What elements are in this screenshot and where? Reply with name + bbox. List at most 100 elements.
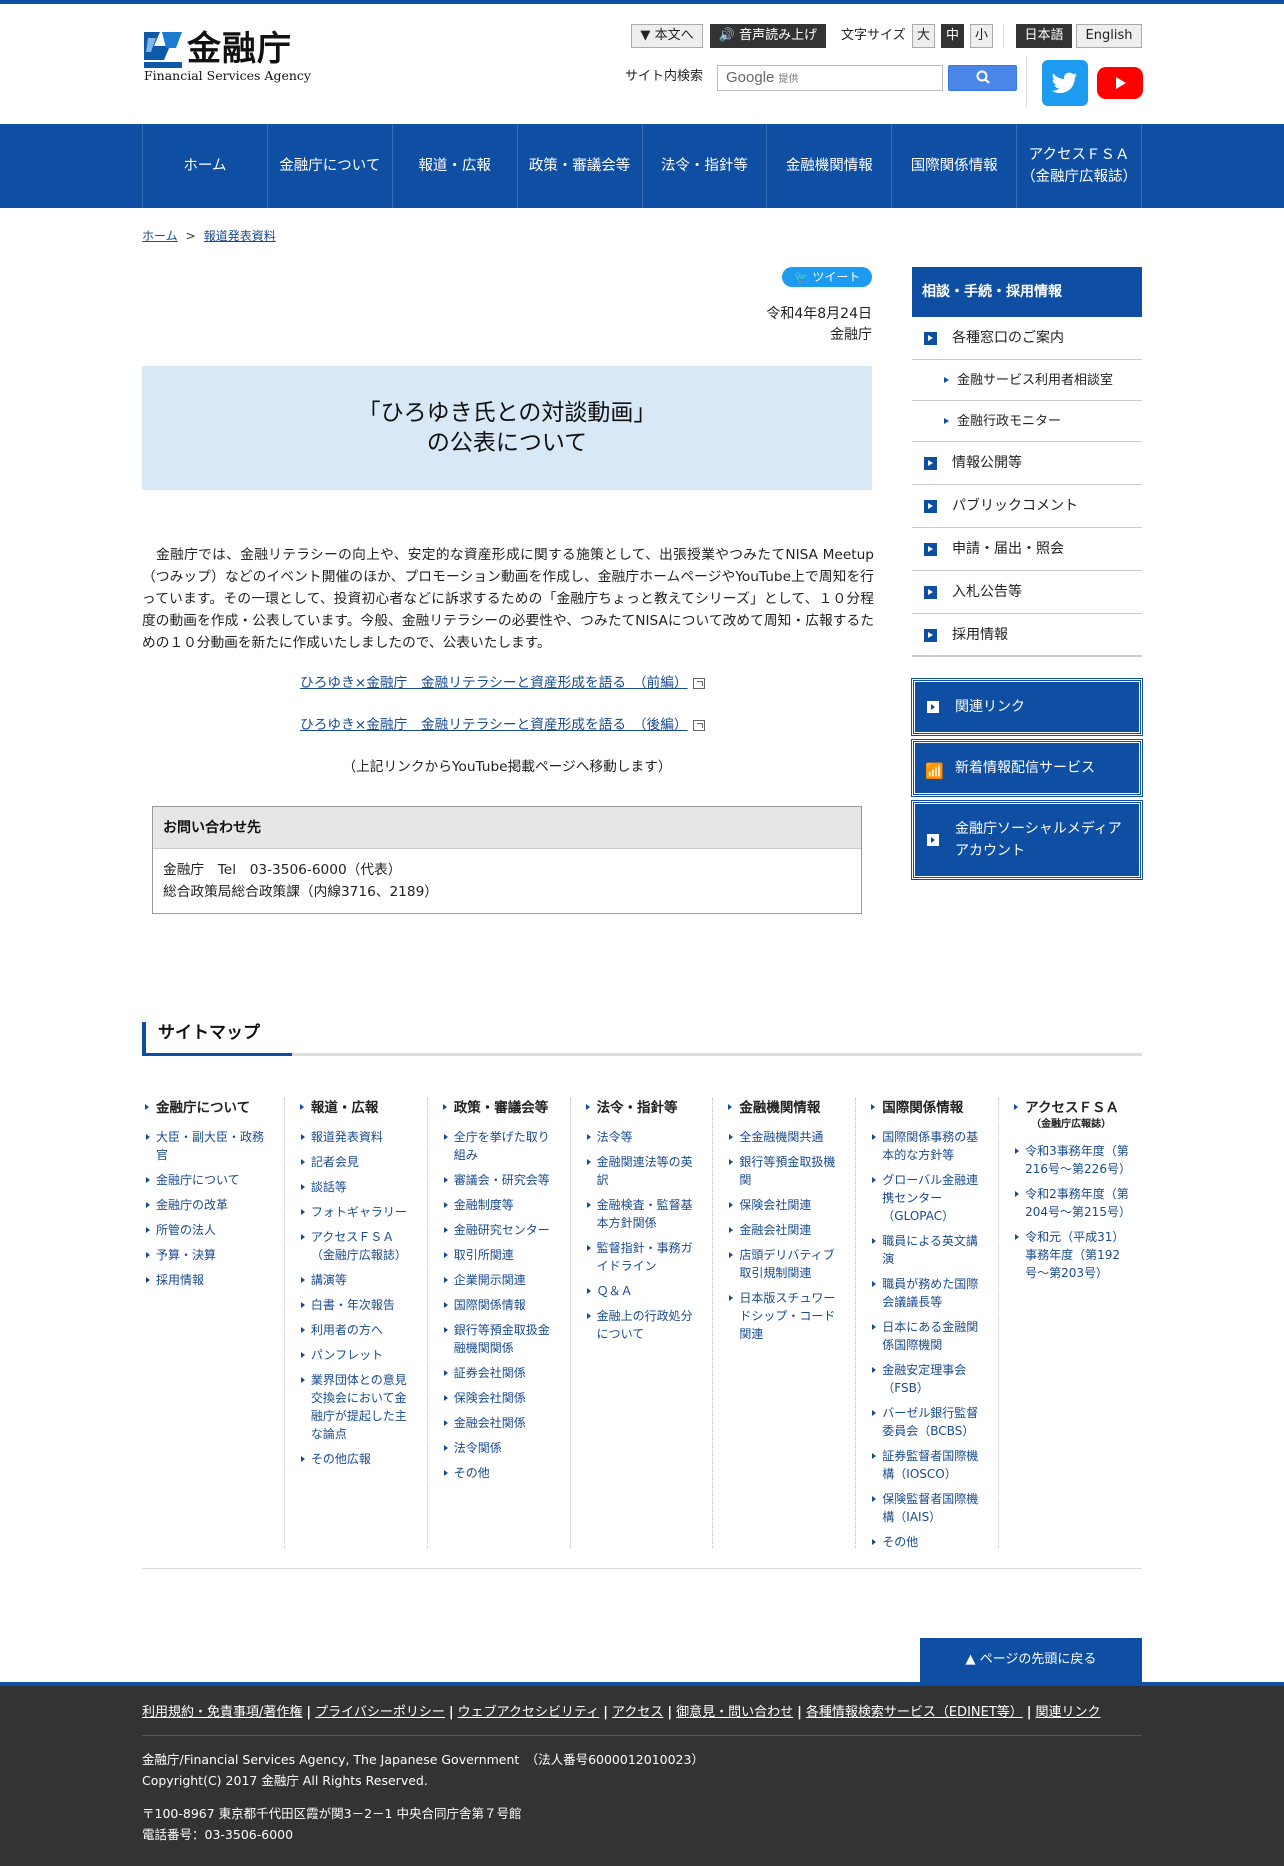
video-link-part1[interactable]: ひろゆき×金融庁 金融リテラシーと資産形成を語る （前編） [300, 673, 705, 693]
nav-laws[interactable]: 法令・指針等 [643, 124, 768, 208]
sitemap-link[interactable]: その他 [442, 1464, 560, 1482]
nav-home[interactable]: ホーム [143, 124, 268, 208]
tweet-button[interactable]: 🐦 ツイート [782, 267, 872, 287]
sitemap-link[interactable]: 取引所関連 [442, 1246, 560, 1264]
search-input[interactable]: Google 提供 [717, 65, 943, 91]
sitemap-link[interactable]: 監督指針・事務ガイドライン [585, 1239, 703, 1275]
sitemap-link[interactable]: アクセスＦＳＡ（金融庁広報誌） [299, 1228, 417, 1264]
sitemap-heading[interactable]: 報道・広報 [299, 1098, 417, 1118]
sitemap-link[interactable]: バーゼル銀行監督委員会（BCBS） [870, 1404, 988, 1440]
sidebar-item-bids[interactable]: 入札公告等 [912, 571, 1142, 614]
sitemap-heading[interactable]: 法令・指針等 [585, 1098, 703, 1118]
sitemap-link[interactable]: 金融会社関係 [442, 1414, 560, 1432]
sitemap-link[interactable]: 職員による英文講演 [870, 1232, 988, 1268]
sitemap-link[interactable]: 証券監督者国際機構（IOSCO） [870, 1447, 988, 1483]
sitemap-link[interactable]: 全金融機関共通 [727, 1128, 845, 1146]
sitemap-heading[interactable]: 金融庁について [144, 1098, 274, 1118]
skip-to-content-button[interactable]: ▼ 本文へ [631, 24, 703, 48]
related-links-button[interactable]: 関連リンク [911, 678, 1143, 736]
sitemap-link[interactable]: 証券会社関係 [442, 1364, 560, 1382]
sitemap-link[interactable]: 銀行等預金取扱機関 [727, 1153, 845, 1189]
sitemap-link[interactable]: 金融研究センター [442, 1221, 560, 1239]
sidebar-subitem-monitor[interactable]: 金融行政モニター [912, 401, 1142, 442]
lang-english-button[interactable]: English [1076, 24, 1142, 48]
sitemap-link[interactable]: 談話等 [299, 1178, 417, 1196]
sitemap-link[interactable]: 業界団体との意見交換会において金融庁が提起した主な論点 [299, 1371, 417, 1443]
video-link-part2[interactable]: ひろゆき×金融庁 金融リテラシーと資産形成を語る （後編） [300, 715, 705, 735]
sitemap-link[interactable]: 保険会社関係 [442, 1389, 560, 1407]
footer-link-edinet[interactable]: 各種情報検索サービス（EDINET等） [806, 1705, 1023, 1720]
sitemap-link[interactable]: 保険会社関連 [727, 1196, 845, 1214]
twitter-link[interactable] [1042, 60, 1088, 106]
sitemap-link[interactable]: 金融制度等 [442, 1196, 560, 1214]
sitemap-link[interactable]: 国際関係事務の基本的な方針等 [870, 1128, 988, 1164]
sitemap-link[interactable]: 国際関係情報 [442, 1296, 560, 1314]
sitemap-link[interactable]: 金融検査・監督基本方針関係 [585, 1196, 703, 1232]
nav-about[interactable]: 金融庁について [268, 124, 393, 208]
sitemap-link[interactable]: 金融庁の改革 [144, 1196, 274, 1214]
news-feed-button[interactable]: 📶 新着情報配信サービス [911, 739, 1143, 797]
footer-link-feedback[interactable]: 御意見・問い合わせ [676, 1705, 793, 1720]
sitemap-heading[interactable]: 政策・審議会等 [442, 1098, 560, 1118]
sitemap-link[interactable]: 保険監督者国際機構（IAIS） [870, 1490, 988, 1526]
footer-link-privacy[interactable]: プライバシーポリシー [315, 1705, 445, 1720]
sitemap-link[interactable]: 審議会・研究会等 [442, 1171, 560, 1189]
sitemap-link[interactable]: 予算・決算 [144, 1246, 274, 1264]
sitemap-heading[interactable]: 国際関係情報 [870, 1098, 988, 1118]
sitemap-link[interactable]: 利用者の方へ [299, 1321, 417, 1339]
voice-read-button[interactable]: 🔊 音声読み上げ [710, 24, 826, 48]
social-media-button[interactable]: 金融庁ソーシャルメディア アカウント [911, 800, 1143, 880]
sidebar-subitem-consultation[interactable]: 金融サービス利用者相談室 [912, 360, 1142, 401]
sidebar-item-applications[interactable]: 申請・届出・照会 [912, 528, 1142, 571]
sitemap-link[interactable]: 金融安定理事会（FSB） [870, 1361, 988, 1397]
sitemap-link[interactable]: 金融庁について [144, 1171, 274, 1189]
sitemap-link[interactable]: 法令関係 [442, 1439, 560, 1457]
sitemap-link[interactable]: 記者会見 [299, 1153, 417, 1171]
search-button[interactable] [948, 65, 1017, 91]
sitemap-link[interactable]: パンフレット [299, 1346, 417, 1364]
nav-international[interactable]: 国際関係情報 [892, 124, 1018, 208]
nav-access-fsa[interactable]: アクセスＦＳＡ （金融庁広報誌） [1017, 124, 1142, 208]
sitemap-link[interactable]: その他 [870, 1533, 988, 1551]
sitemap-link[interactable]: 令和2事務年度（第204号～第215号） [1013, 1185, 1132, 1221]
breadcrumb-home-link[interactable]: ホーム [142, 229, 178, 243]
sidebar-item-recruitment[interactable]: 採用情報 [912, 614, 1142, 657]
sidebar-item-windows[interactable]: 各種窓口のご案内 [912, 317, 1142, 360]
breadcrumb-current-link[interactable]: 報道発表資料 [204, 229, 276, 243]
sitemap-link[interactable]: 日本にある金融関係国際機関 [870, 1318, 988, 1354]
sitemap-link[interactable]: 店頭デリバティブ取引規制関連 [727, 1246, 845, 1282]
sitemap-link[interactable]: Ｑ＆Ａ [585, 1282, 703, 1300]
lang-japanese-button[interactable]: 日本語 [1016, 24, 1072, 48]
sitemap-link[interactable]: 職員が務めた国際会議議長等 [870, 1275, 988, 1311]
sitemap-link[interactable]: 講演等 [299, 1271, 417, 1289]
sitemap-heading[interactable]: アクセスＦＳＡ （金融庁広報誌） [1013, 1098, 1132, 1132]
font-size-medium-button[interactable]: 中 [941, 24, 964, 48]
sitemap-link[interactable]: 金融上の行政処分について [585, 1307, 703, 1343]
sitemap-link[interactable]: 日本版スチュワードシップ・コード関連 [727, 1289, 845, 1343]
footer-link-access[interactable]: アクセス [612, 1705, 663, 1720]
sitemap-link[interactable]: 全庁を挙げた取り組み [442, 1128, 560, 1164]
sitemap-link[interactable]: その他広報 [299, 1450, 417, 1468]
sitemap-link[interactable]: 所管の法人 [144, 1221, 274, 1239]
sitemap-link[interactable]: 採用情報 [144, 1271, 274, 1289]
sitemap-link[interactable]: 金融関連法等の英訳 [585, 1153, 703, 1189]
sidebar-item-disclosure[interactable]: 情報公開等 [912, 442, 1142, 485]
sitemap-link[interactable]: 大臣・副大臣・政務官 [144, 1128, 274, 1164]
footer-link-terms[interactable]: 利用規約・免責事項/著作権 [142, 1705, 302, 1720]
font-size-small-button[interactable]: 小 [970, 24, 993, 48]
sitemap-link[interactable]: 金融会社関連 [727, 1221, 845, 1239]
back-to-top-button[interactable]: ▲ ページの先頭に戻る [920, 1638, 1142, 1682]
nav-institutions[interactable]: 金融機関情報 [767, 124, 893, 208]
footer-link-accessibility[interactable]: ウェブアクセシビリティ [458, 1705, 600, 1720]
sitemap-link[interactable]: 報道発表資料 [299, 1128, 417, 1146]
sitemap-link[interactable]: 令和3事務年度（第216号～第226号） [1013, 1142, 1132, 1178]
sitemap-heading[interactable]: 金融機関情報 [727, 1098, 845, 1118]
font-size-large-button[interactable]: 大 [912, 24, 935, 48]
nav-policy[interactable]: 政策・審議会等 [518, 124, 643, 208]
sitemap-link[interactable]: 銀行等預金取扱金融機関関係 [442, 1321, 560, 1357]
sitemap-link[interactable]: グローバル金融連携センター（GLOPAC） [870, 1171, 988, 1225]
sitemap-link[interactable]: フォトギャラリー [299, 1203, 417, 1221]
sitemap-link[interactable]: 令和元（平成31）事務年度（第192号～第203号） [1013, 1228, 1132, 1282]
fsa-logo[interactable]: 金融庁 Financial Services Agency [142, 28, 312, 84]
nav-press[interactable]: 報道・広報 [393, 124, 518, 208]
